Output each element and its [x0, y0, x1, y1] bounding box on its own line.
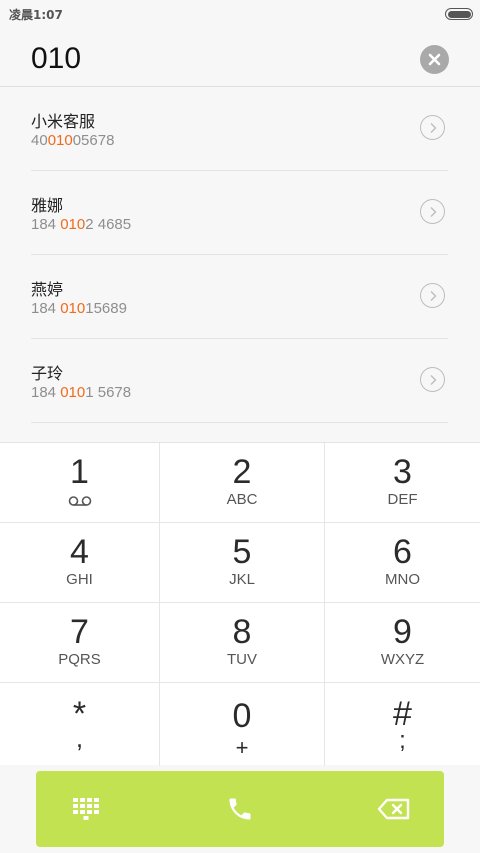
- battery-icon: [445, 8, 473, 20]
- contact-detail-button[interactable]: [420, 115, 445, 140]
- dialpad-icon: [73, 798, 99, 820]
- close-icon: [428, 53, 441, 66]
- contact-name: 燕婷: [31, 280, 64, 299]
- contact-detail-button[interactable]: [420, 367, 445, 392]
- key-1[interactable]: 1: [0, 443, 160, 523]
- key-5[interactable]: 5 JKL: [160, 523, 325, 603]
- key-hash[interactable]: # ;: [325, 683, 480, 766]
- result-item[interactable]: 燕婷 184 01015689: [31, 255, 448, 339]
- key-8[interactable]: 8 TUV: [160, 603, 325, 683]
- backspace-icon: [377, 798, 410, 820]
- contact-number: 4001005678: [31, 132, 115, 149]
- key-3[interactable]: 3 DEF: [325, 443, 480, 523]
- backspace-button[interactable]: [344, 771, 444, 847]
- result-item[interactable]: 雅娜 184 0102 4685: [31, 171, 448, 255]
- result-item[interactable]: 子玲 184 0101 5678: [31, 339, 448, 423]
- clear-button[interactable]: [420, 45, 449, 74]
- key-6[interactable]: 6 MNO: [325, 523, 480, 603]
- chevron-right-icon: [430, 122, 436, 133]
- call-action-bar: [36, 771, 444, 847]
- contact-name: 子玲: [31, 364, 64, 383]
- contact-number: 184 0102 4685: [31, 216, 132, 233]
- result-item[interactable]: 小米客服 4001005678: [31, 87, 448, 171]
- key-star[interactable]: * ,: [0, 683, 160, 766]
- contact-number: 184 0101 5678: [31, 384, 132, 401]
- contact-number: 184 01015689: [31, 300, 127, 317]
- key-4[interactable]: 4 GHI: [0, 523, 160, 603]
- contact-name: 小米客服: [31, 112, 96, 131]
- search-results-list: 小米客服 4001005678 雅娜 184 0102 4685 燕婷 184 …: [0, 87, 480, 443]
- contact-detail-button[interactable]: [420, 283, 445, 308]
- chevron-right-icon: [430, 290, 436, 301]
- key-2[interactable]: 2 ABC: [160, 443, 325, 523]
- contact-detail-button[interactable]: [420, 199, 445, 224]
- voicemail-icon: [68, 496, 92, 506]
- dial-input-row: 010: [0, 28, 480, 87]
- key-9[interactable]: 9 WXYZ: [325, 603, 480, 683]
- chevron-right-icon: [430, 374, 436, 385]
- dial-keypad: 1 2 ABC 3 DEF 4 GHI 5 JKL 6 MNO 7 PQRS 8…: [0, 442, 480, 766]
- toggle-dialpad-button[interactable]: [36, 771, 136, 847]
- call-button[interactable]: [190, 771, 290, 847]
- phone-icon: [229, 798, 251, 820]
- status-time: 凌晨1:07: [9, 8, 63, 22]
- key-7[interactable]: 7 PQRS: [0, 603, 160, 683]
- contact-name: 雅娜: [31, 196, 64, 215]
- key-0[interactable]: 0 +: [160, 683, 325, 766]
- chevron-right-icon: [430, 206, 436, 217]
- dialed-number-input[interactable]: 010: [31, 42, 81, 76]
- status-bar: 凌晨1:07: [0, 0, 480, 28]
